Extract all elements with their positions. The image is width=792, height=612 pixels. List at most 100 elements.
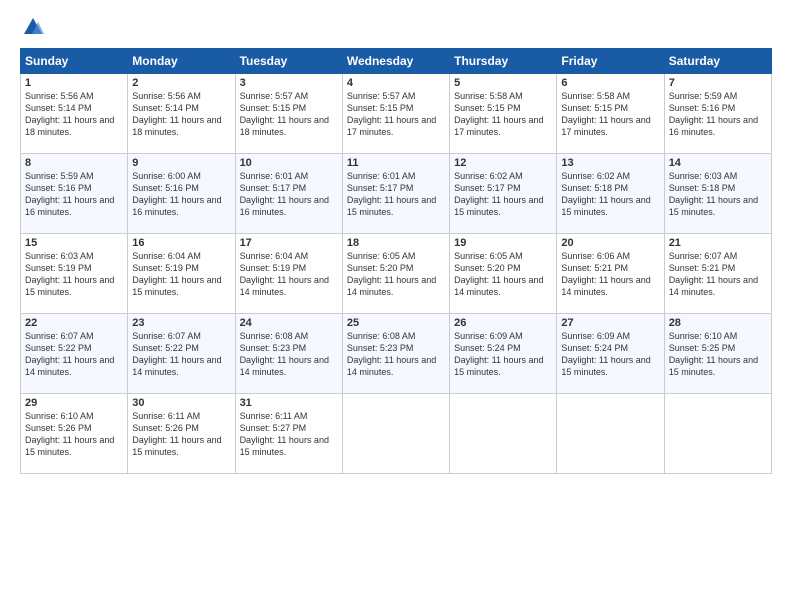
- calendar-cell: 10 Sunrise: 6:01 AMSunset: 5:17 PMDaylig…: [235, 154, 342, 234]
- day-number: 5: [454, 77, 552, 89]
- header: [20, 16, 772, 38]
- day-info: Sunrise: 5:59 AMSunset: 5:16 PMDaylight:…: [25, 171, 114, 217]
- calendar-cell: 26 Sunrise: 6:09 AMSunset: 5:24 PMDaylig…: [450, 314, 557, 394]
- calendar-cell: 14 Sunrise: 6:03 AMSunset: 5:18 PMDaylig…: [664, 154, 771, 234]
- calendar-cell: 17 Sunrise: 6:04 AMSunset: 5:19 PMDaylig…: [235, 234, 342, 314]
- day-info: Sunrise: 6:09 AMSunset: 5:24 PMDaylight:…: [454, 331, 543, 377]
- day-info: Sunrise: 6:00 AMSunset: 5:16 PMDaylight:…: [132, 171, 221, 217]
- calendar-cell: 5 Sunrise: 5:58 AMSunset: 5:15 PMDayligh…: [450, 74, 557, 154]
- calendar-cell: 8 Sunrise: 5:59 AMSunset: 5:16 PMDayligh…: [21, 154, 128, 234]
- day-number: 6: [561, 77, 659, 89]
- weekday-header-wednesday: Wednesday: [342, 49, 449, 74]
- day-number: 9: [132, 157, 230, 169]
- day-info: Sunrise: 6:09 AMSunset: 5:24 PMDaylight:…: [561, 331, 650, 377]
- calendar-week-5: 29 Sunrise: 6:10 AMSunset: 5:26 PMDaylig…: [21, 394, 772, 474]
- weekday-header-friday: Friday: [557, 49, 664, 74]
- day-info: Sunrise: 5:58 AMSunset: 5:15 PMDaylight:…: [561, 91, 650, 137]
- calendar-cell: 29 Sunrise: 6:10 AMSunset: 5:26 PMDaylig…: [21, 394, 128, 474]
- day-number: 31: [240, 397, 338, 409]
- day-number: 25: [347, 317, 445, 329]
- day-info: Sunrise: 6:07 AMSunset: 5:22 PMDaylight:…: [25, 331, 114, 377]
- day-info: Sunrise: 5:59 AMSunset: 5:16 PMDaylight:…: [669, 91, 758, 137]
- day-number: 8: [25, 157, 123, 169]
- day-info: Sunrise: 5:57 AMSunset: 5:15 PMDaylight:…: [347, 91, 436, 137]
- logo: [20, 16, 44, 38]
- day-info: Sunrise: 6:02 AMSunset: 5:17 PMDaylight:…: [454, 171, 543, 217]
- day-number: 3: [240, 77, 338, 89]
- page: SundayMondayTuesdayWednesdayThursdayFrid…: [0, 0, 792, 612]
- day-info: Sunrise: 6:05 AMSunset: 5:20 PMDaylight:…: [454, 251, 543, 297]
- calendar-cell: [342, 394, 449, 474]
- calendar-cell: 6 Sunrise: 5:58 AMSunset: 5:15 PMDayligh…: [557, 74, 664, 154]
- day-info: Sunrise: 6:05 AMSunset: 5:20 PMDaylight:…: [347, 251, 436, 297]
- calendar-cell: 15 Sunrise: 6:03 AMSunset: 5:19 PMDaylig…: [21, 234, 128, 314]
- day-number: 2: [132, 77, 230, 89]
- day-number: 30: [132, 397, 230, 409]
- day-number: 21: [669, 237, 767, 249]
- day-info: Sunrise: 6:08 AMSunset: 5:23 PMDaylight:…: [347, 331, 436, 377]
- day-number: 27: [561, 317, 659, 329]
- calendar-cell: [450, 394, 557, 474]
- day-info: Sunrise: 5:56 AMSunset: 5:14 PMDaylight:…: [25, 91, 114, 137]
- calendar-cell: [557, 394, 664, 474]
- day-number: 18: [347, 237, 445, 249]
- day-info: Sunrise: 6:08 AMSunset: 5:23 PMDaylight:…: [240, 331, 329, 377]
- day-number: 13: [561, 157, 659, 169]
- calendar-cell: 23 Sunrise: 6:07 AMSunset: 5:22 PMDaylig…: [128, 314, 235, 394]
- day-info: Sunrise: 6:07 AMSunset: 5:21 PMDaylight:…: [669, 251, 758, 297]
- day-number: 23: [132, 317, 230, 329]
- day-info: Sunrise: 6:01 AMSunset: 5:17 PMDaylight:…: [347, 171, 436, 217]
- calendar-cell: 25 Sunrise: 6:08 AMSunset: 5:23 PMDaylig…: [342, 314, 449, 394]
- day-info: Sunrise: 6:11 AMSunset: 5:26 PMDaylight:…: [132, 411, 221, 457]
- day-number: 22: [25, 317, 123, 329]
- day-number: 26: [454, 317, 552, 329]
- calendar-cell: 12 Sunrise: 6:02 AMSunset: 5:17 PMDaylig…: [450, 154, 557, 234]
- calendar-cell: 1 Sunrise: 5:56 AMSunset: 5:14 PMDayligh…: [21, 74, 128, 154]
- day-info: Sunrise: 6:03 AMSunset: 5:19 PMDaylight:…: [25, 251, 114, 297]
- day-info: Sunrise: 6:10 AMSunset: 5:25 PMDaylight:…: [669, 331, 758, 377]
- day-info: Sunrise: 6:07 AMSunset: 5:22 PMDaylight:…: [132, 331, 221, 377]
- day-info: Sunrise: 5:57 AMSunset: 5:15 PMDaylight:…: [240, 91, 329, 137]
- calendar-cell: 19 Sunrise: 6:05 AMSunset: 5:20 PMDaylig…: [450, 234, 557, 314]
- calendar-cell: 7 Sunrise: 5:59 AMSunset: 5:16 PMDayligh…: [664, 74, 771, 154]
- calendar-cell: 2 Sunrise: 5:56 AMSunset: 5:14 PMDayligh…: [128, 74, 235, 154]
- day-number: 11: [347, 157, 445, 169]
- day-number: 19: [454, 237, 552, 249]
- calendar-cell: 16 Sunrise: 6:04 AMSunset: 5:19 PMDaylig…: [128, 234, 235, 314]
- day-info: Sunrise: 5:56 AMSunset: 5:14 PMDaylight:…: [132, 91, 221, 137]
- day-number: 4: [347, 77, 445, 89]
- day-number: 29: [25, 397, 123, 409]
- day-number: 1: [25, 77, 123, 89]
- calendar-cell: 28 Sunrise: 6:10 AMSunset: 5:25 PMDaylig…: [664, 314, 771, 394]
- calendar-week-2: 8 Sunrise: 5:59 AMSunset: 5:16 PMDayligh…: [21, 154, 772, 234]
- day-info: Sunrise: 6:03 AMSunset: 5:18 PMDaylight:…: [669, 171, 758, 217]
- day-number: 14: [669, 157, 767, 169]
- calendar-cell: 4 Sunrise: 5:57 AMSunset: 5:15 PMDayligh…: [342, 74, 449, 154]
- day-info: Sunrise: 6:11 AMSunset: 5:27 PMDaylight:…: [240, 411, 329, 457]
- calendar-cell: 3 Sunrise: 5:57 AMSunset: 5:15 PMDayligh…: [235, 74, 342, 154]
- day-info: Sunrise: 6:10 AMSunset: 5:26 PMDaylight:…: [25, 411, 114, 457]
- calendar-cell: 30 Sunrise: 6:11 AMSunset: 5:26 PMDaylig…: [128, 394, 235, 474]
- calendar-week-3: 15 Sunrise: 6:03 AMSunset: 5:19 PMDaylig…: [21, 234, 772, 314]
- day-info: Sunrise: 6:04 AMSunset: 5:19 PMDaylight:…: [240, 251, 329, 297]
- calendar-cell: 21 Sunrise: 6:07 AMSunset: 5:21 PMDaylig…: [664, 234, 771, 314]
- day-info: Sunrise: 6:04 AMSunset: 5:19 PMDaylight:…: [132, 251, 221, 297]
- day-number: 7: [669, 77, 767, 89]
- calendar-cell: 18 Sunrise: 6:05 AMSunset: 5:20 PMDaylig…: [342, 234, 449, 314]
- calendar-cell: 13 Sunrise: 6:02 AMSunset: 5:18 PMDaylig…: [557, 154, 664, 234]
- day-number: 16: [132, 237, 230, 249]
- calendar-cell: 9 Sunrise: 6:00 AMSunset: 5:16 PMDayligh…: [128, 154, 235, 234]
- calendar-cell: 11 Sunrise: 6:01 AMSunset: 5:17 PMDaylig…: [342, 154, 449, 234]
- day-number: 15: [25, 237, 123, 249]
- day-info: Sunrise: 6:01 AMSunset: 5:17 PMDaylight:…: [240, 171, 329, 217]
- weekday-header-saturday: Saturday: [664, 49, 771, 74]
- day-number: 24: [240, 317, 338, 329]
- day-info: Sunrise: 5:58 AMSunset: 5:15 PMDaylight:…: [454, 91, 543, 137]
- calendar-cell: [664, 394, 771, 474]
- day-info: Sunrise: 6:02 AMSunset: 5:18 PMDaylight:…: [561, 171, 650, 217]
- calendar-week-4: 22 Sunrise: 6:07 AMSunset: 5:22 PMDaylig…: [21, 314, 772, 394]
- calendar-cell: 27 Sunrise: 6:09 AMSunset: 5:24 PMDaylig…: [557, 314, 664, 394]
- calendar-cell: 24 Sunrise: 6:08 AMSunset: 5:23 PMDaylig…: [235, 314, 342, 394]
- weekday-header-thursday: Thursday: [450, 49, 557, 74]
- calendar-cell: 20 Sunrise: 6:06 AMSunset: 5:21 PMDaylig…: [557, 234, 664, 314]
